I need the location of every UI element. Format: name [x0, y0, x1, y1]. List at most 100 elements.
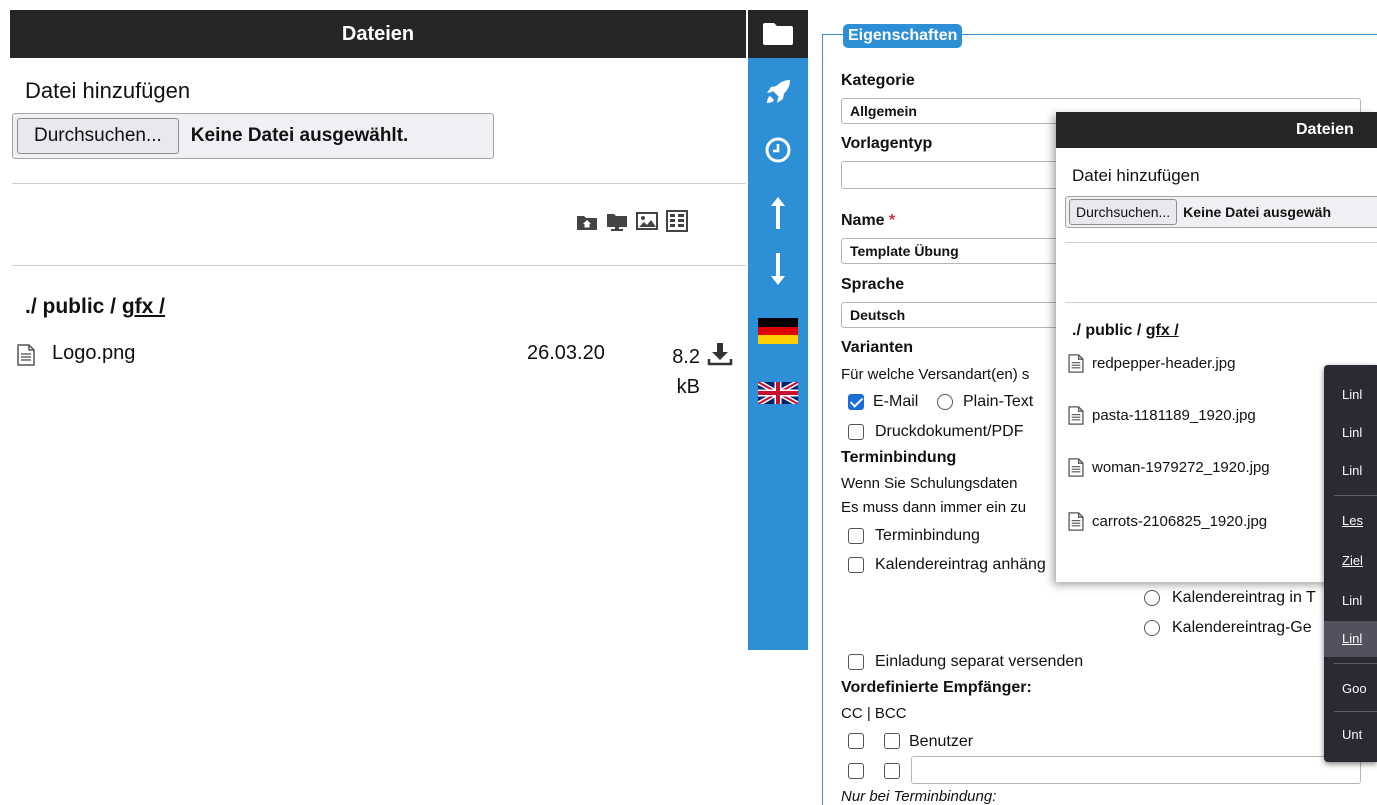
file-name[interactable]: carrots-2106825_1920.jpg	[1092, 513, 1267, 530]
kalender-radio-1-label: Kalendereintrag in T	[1172, 589, 1316, 606]
add-file-label: Datei hinzufügen	[25, 78, 191, 103]
divider	[1065, 302, 1377, 303]
vorlagentyp-label: Vorlagentyp	[841, 135, 933, 152]
terminbindung-checkbox-label: Terminbindung	[875, 527, 980, 544]
context-menu-item[interactable]: Linl	[1324, 453, 1377, 489]
file-name[interactable]: woman-1979272_1920.jpg	[1092, 459, 1270, 476]
empfaenger-heading: Vordefinierte Empfänger:	[841, 679, 1032, 696]
breadcrumb: ./ public / gfx /	[25, 295, 165, 319]
email-label: E-Mail	[873, 393, 919, 410]
plaintext-label: Plain-Text	[963, 393, 1034, 410]
kalender-radio-2[interactable]	[1144, 620, 1160, 636]
document-icon	[1068, 406, 1084, 425]
context-menu-item[interactable]: Les	[1324, 503, 1377, 539]
context-menu-item[interactable]: Linl	[1324, 415, 1377, 451]
context-menu-item[interactable]: Linl	[1324, 583, 1377, 619]
file-name[interactable]: Logo.png	[52, 342, 135, 365]
context-menu-item[interactable]: Unt	[1324, 717, 1377, 753]
list-item[interactable]: redpepper-header.jpg	[1068, 354, 1235, 373]
extra-cc-checkbox[interactable]	[848, 763, 864, 779]
menu-separator	[1334, 663, 1377, 664]
benutzer-cc-checkbox[interactable]	[848, 733, 864, 749]
file-name[interactable]: pasta-1181189_1920.jpg	[1092, 407, 1256, 424]
benutzer-bcc-checkbox[interactable]	[884, 733, 900, 749]
download-icon[interactable]	[707, 342, 733, 372]
files-panel-title: Dateien	[10, 10, 746, 58]
varianten-label: Varianten	[841, 339, 914, 356]
properties-legend: Eigenschaften	[843, 24, 963, 48]
divider	[12, 183, 746, 184]
screen: Dateien Datei hinzufügen Durchsuchen... …	[0, 0, 1377, 805]
extra-bcc-checkbox[interactable]	[884, 763, 900, 779]
image-icon[interactable]	[636, 210, 658, 232]
context-menu-item-highlighted[interactable]: Linl	[1324, 621, 1377, 657]
german-flag-icon[interactable]	[748, 318, 808, 344]
context-menu-item[interactable]: Ziel	[1324, 543, 1377, 579]
clock-icon[interactable]	[748, 136, 808, 164]
document-icon	[17, 344, 35, 372]
context-menu: Linl Linl Linl Les Ziel Linl Linl Goo Un…	[1324, 365, 1377, 762]
menu-separator	[1334, 711, 1377, 712]
server-folder-icon[interactable]	[606, 210, 628, 232]
home-folder-icon[interactable]	[576, 210, 598, 232]
email-checkbox[interactable]	[848, 394, 864, 410]
no-file-selected-text: Keine Datei ausgewählt.	[190, 125, 409, 146]
files-panel: Dateien Datei hinzufügen Durchsuchen... …	[10, 10, 746, 650]
sidebar	[748, 10, 808, 650]
kalender-radio-1[interactable]	[1144, 590, 1160, 606]
breadcrumb-prefix: ./ public /	[25, 295, 122, 318]
document-icon	[1068, 458, 1084, 477]
popup-breadcrumb-link-gfx[interactable]: gfx /	[1146, 322, 1179, 339]
popup-breadcrumb-prefix: ./ public /	[1072, 322, 1146, 339]
folder-icon[interactable]	[748, 22, 808, 46]
extra-recipient-input[interactable]	[911, 756, 1361, 784]
file-row[interactable]: Logo.png 26.03.20 8.2 kB	[15, 342, 740, 402]
plaintext-radio[interactable]	[937, 394, 953, 410]
kalendereintrag-checkbox[interactable]	[848, 557, 864, 573]
kategorie-label: Kategorie	[841, 72, 915, 89]
einladung-checkbox-label: Einladung separat versenden	[875, 653, 1084, 670]
document-icon	[1068, 354, 1084, 373]
sprache-label: Sprache	[841, 276, 905, 293]
divider	[1065, 242, 1377, 243]
rocket-icon[interactable]	[748, 78, 808, 106]
divider	[12, 265, 746, 266]
druckdokument-checkbox[interactable]	[848, 424, 864, 440]
uk-flag-icon[interactable]	[748, 382, 808, 404]
popup-no-file-text: Keine Datei ausgewäh	[1183, 204, 1331, 220]
einladung-checkbox[interactable]	[848, 654, 864, 670]
file-name[interactable]: redpepper-header.jpg	[1092, 355, 1235, 372]
grid-icon[interactable]	[666, 210, 688, 232]
cc-bcc-label: CC | BCC	[841, 705, 907, 722]
popup-file-upload-input[interactable]: Durchsuchen... Keine Datei ausgewäh	[1065, 196, 1377, 228]
terminbindung-checkbox[interactable]	[848, 528, 864, 544]
popup-breadcrumb: ./ public / gfx /	[1072, 322, 1179, 340]
kalender-radio-2-label: Kalendereintrag-Ge	[1172, 619, 1312, 636]
varianten-text: Für welche Versandart(en) s	[841, 366, 1030, 383]
required-marker: *	[889, 212, 896, 229]
name-label-text: Name	[841, 212, 885, 229]
popup-add-file-label: Datei hinzufügen	[1072, 166, 1200, 185]
file-upload-input[interactable]: Durchsuchen... Keine Datei ausgewählt.	[12, 113, 494, 159]
terminbindung-text-2: Es muss dann immer ein zu	[841, 499, 1027, 516]
context-menu-item[interactable]: Linl	[1324, 377, 1377, 413]
document-icon	[1068, 512, 1084, 531]
nur-bei-terminbindung-text: Nur bei Terminbindung:	[841, 788, 997, 805]
breadcrumb-link-gfx[interactable]: gfx /	[122, 295, 165, 318]
benutzer-label: Benutzer	[909, 733, 974, 750]
name-label: Name *	[841, 212, 895, 230]
context-menu-item[interactable]: Goo	[1324, 671, 1377, 707]
terminbindung-heading: Terminbindung	[841, 449, 957, 466]
browse-button[interactable]: Durchsuchen...	[17, 118, 179, 154]
file-toolbar	[576, 210, 688, 232]
list-item[interactable]: carrots-2106825_1920.jpg	[1068, 512, 1267, 531]
list-item[interactable]: woman-1979272_1920.jpg	[1068, 458, 1270, 477]
popup-browse-button[interactable]: Durchsuchen...	[1069, 199, 1178, 225]
list-item[interactable]: pasta-1181189_1920.jpg	[1068, 406, 1256, 425]
kalendereintrag-checkbox-label: Kalendereintrag anhäng	[875, 556, 1046, 573]
arrow-up-icon[interactable]	[748, 196, 808, 230]
file-date: 26.03.20	[527, 342, 605, 364]
arrow-down-icon[interactable]	[748, 252, 808, 286]
terminbindung-text-1: Wenn Sie Schulungsdaten	[841, 475, 1018, 492]
file-size: 8.2 kB	[672, 346, 700, 398]
